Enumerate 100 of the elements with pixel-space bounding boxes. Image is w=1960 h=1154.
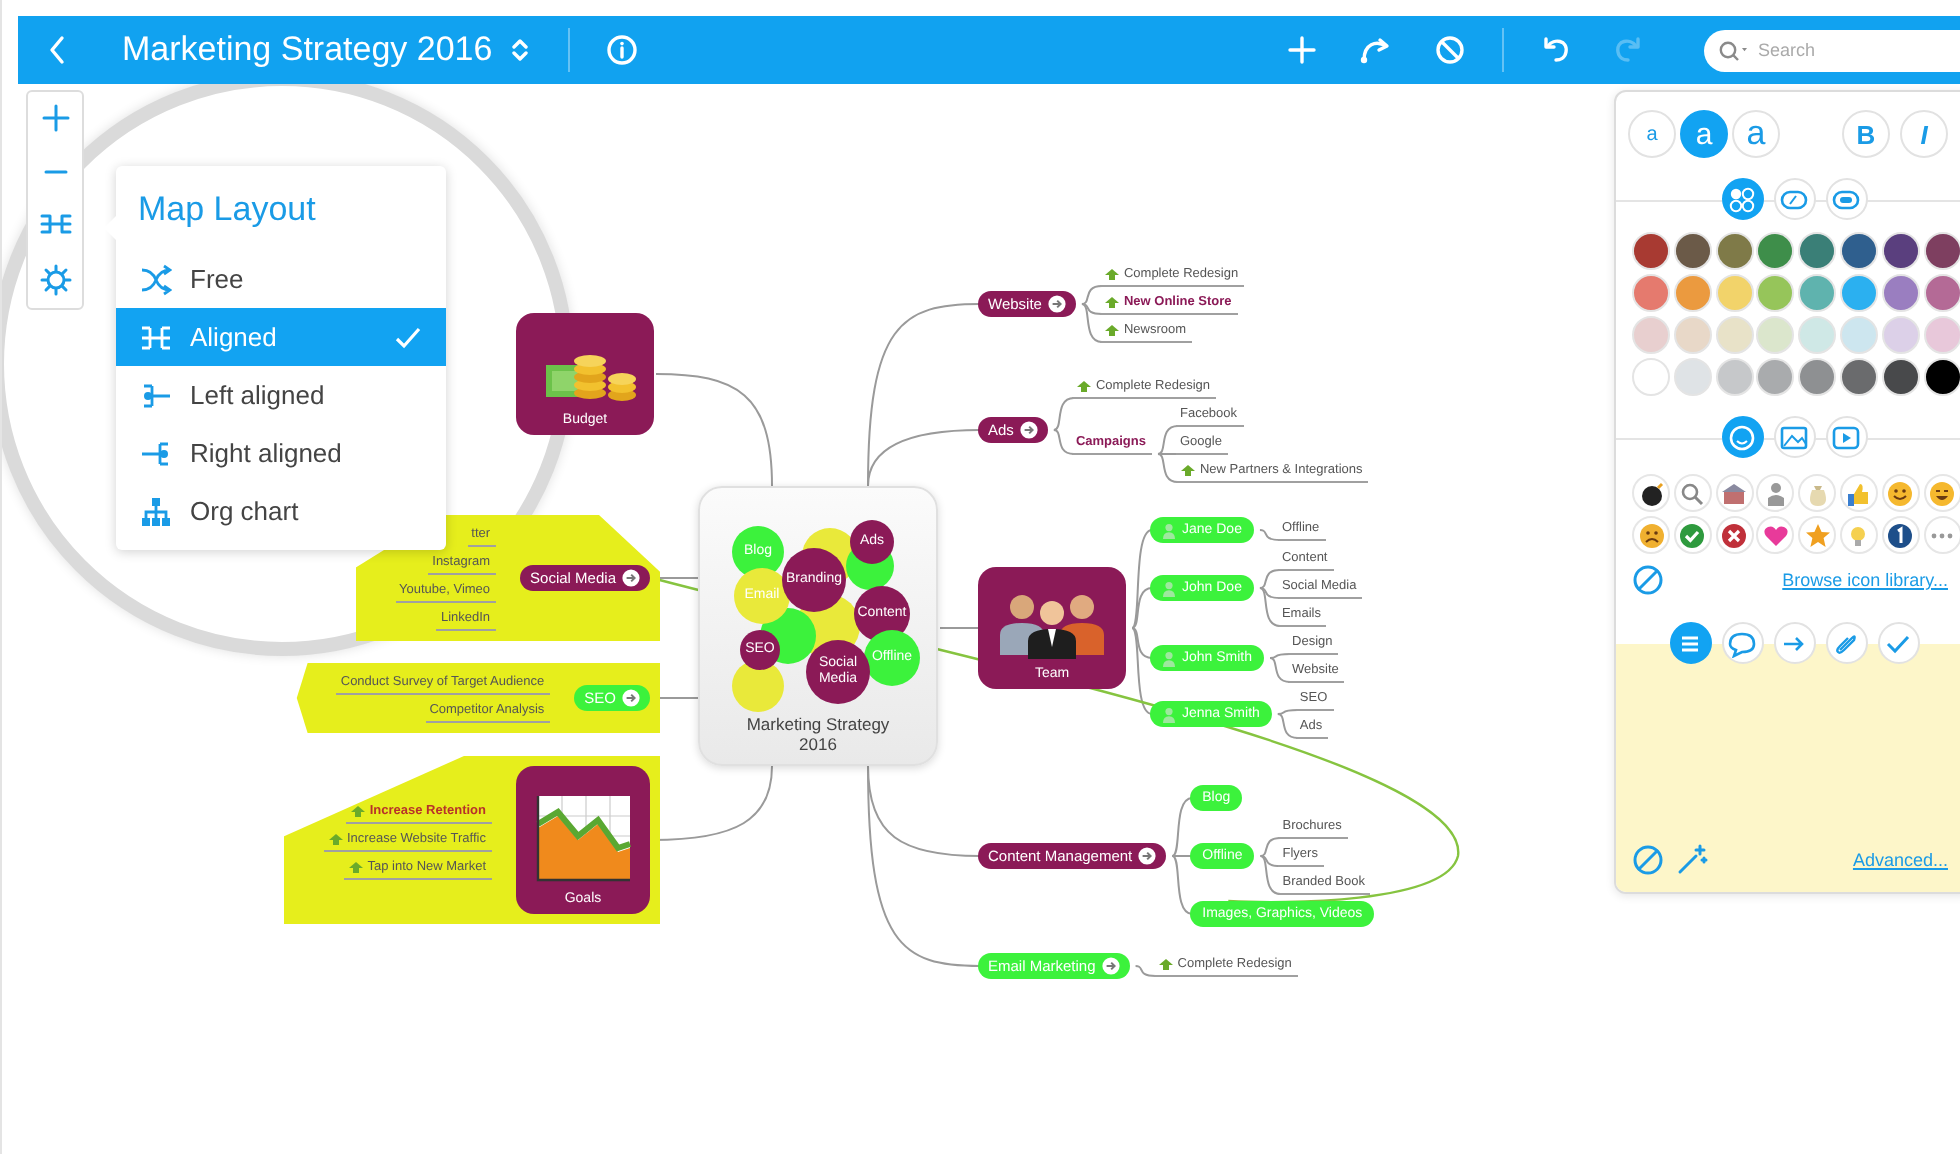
connector-line bbox=[1258, 529, 1281, 541]
info-icon[interactable] bbox=[606, 34, 639, 66]
no-icon-icon[interactable] bbox=[1632, 564, 1664, 596]
central-topic-title: Marketing Strategy 2016 bbox=[744, 714, 892, 754]
number-one-icon[interactable] bbox=[1881, 516, 1920, 554]
search-field[interactable]: Search bbox=[1704, 29, 1960, 71]
layout-icon[interactable] bbox=[39, 210, 71, 239]
layout-option[interactable]: Left aligned bbox=[116, 366, 446, 424]
frown-icon[interactable] bbox=[1632, 516, 1670, 554]
color-swatch[interactable] bbox=[1756, 316, 1795, 354]
menu-title: Map Layout bbox=[136, 188, 318, 232]
sort-caret-icon[interactable] bbox=[512, 38, 529, 62]
color-swatch[interactable] bbox=[1632, 316, 1670, 354]
task-tab[interactable] bbox=[1877, 622, 1919, 664]
color-swatch[interactable] bbox=[1881, 232, 1920, 270]
shape-icon bbox=[1780, 185, 1808, 213]
plus-icon[interactable] bbox=[1286, 34, 1318, 66]
color-swatch[interactable] bbox=[1881, 316, 1920, 354]
style-tab[interactable] bbox=[1721, 178, 1763, 220]
video-icon bbox=[1832, 423, 1860, 451]
color-swatch[interactable] bbox=[1923, 274, 1960, 312]
task-icon bbox=[1179, 463, 1196, 477]
connect-icon[interactable] bbox=[1358, 34, 1394, 66]
grin-icon[interactable] bbox=[1923, 474, 1960, 512]
color-swatch[interactable] bbox=[1673, 358, 1712, 396]
aligned-layout-icon bbox=[140, 321, 172, 353]
color-swatch[interactable] bbox=[1715, 316, 1754, 354]
connector-line bbox=[1134, 965, 1157, 977]
color-swatch[interactable] bbox=[1923, 232, 1960, 270]
zoom-in-icon[interactable] bbox=[41, 104, 69, 133]
attachment-icon bbox=[1832, 629, 1860, 657]
cross-circle-icon[interactable] bbox=[1715, 516, 1754, 554]
color-swatch[interactable] bbox=[1673, 232, 1712, 270]
comment-tab[interactable] bbox=[1721, 622, 1763, 664]
check-circle-icon[interactable] bbox=[1673, 516, 1712, 554]
arrow-circle-icon[interactable] bbox=[1047, 295, 1066, 313]
settings-icon[interactable] bbox=[39, 263, 71, 296]
arrow-circle-icon[interactable] bbox=[622, 569, 640, 587]
color-swatch[interactable] bbox=[1756, 358, 1795, 396]
arrow-circle-icon[interactable] bbox=[622, 689, 640, 707]
connector-line bbox=[1052, 397, 1075, 431]
bomb-icon[interactable] bbox=[1632, 474, 1670, 512]
connector-line bbox=[1052, 429, 1075, 455]
shape-tab[interactable] bbox=[1773, 178, 1815, 220]
color-swatch[interactable] bbox=[1756, 274, 1795, 312]
layout-option[interactable]: Org chart bbox=[116, 482, 446, 540]
color-swatch[interactable] bbox=[1881, 358, 1920, 396]
color-swatch[interactable] bbox=[1632, 232, 1670, 270]
no-sign-icon[interactable] bbox=[1434, 34, 1466, 66]
layout-option[interactable]: Free bbox=[116, 250, 446, 308]
color-swatch[interactable] bbox=[1881, 274, 1920, 312]
task-icon bbox=[1103, 295, 1120, 309]
color-swatch[interactable] bbox=[1632, 274, 1670, 312]
image-tab[interactable] bbox=[1773, 416, 1815, 458]
color-swatch[interactable] bbox=[1756, 232, 1795, 270]
magic-wand-icon[interactable] bbox=[1676, 844, 1708, 876]
color-swatch[interactable] bbox=[1839, 358, 1878, 396]
link-tab[interactable] bbox=[1773, 622, 1815, 664]
color-swatch[interactable] bbox=[1673, 316, 1712, 354]
task-icon bbox=[1103, 267, 1120, 281]
building-icon[interactable] bbox=[1715, 474, 1754, 512]
color-swatch[interactable] bbox=[1839, 232, 1878, 270]
clear-icon[interactable] bbox=[1632, 844, 1664, 876]
layout-option[interactable]: Right aligned bbox=[116, 424, 446, 482]
border-tab[interactable] bbox=[1825, 178, 1867, 220]
person-icon bbox=[1162, 522, 1176, 538]
color-swatch[interactable] bbox=[1839, 274, 1878, 312]
thumbs-up-icon[interactable] bbox=[1839, 474, 1878, 512]
color-swatch[interactable] bbox=[1632, 358, 1670, 396]
color-swatch[interactable] bbox=[1839, 316, 1878, 354]
person-silhouette-icon[interactable] bbox=[1756, 474, 1795, 512]
left-aligned-layout-icon bbox=[140, 379, 172, 411]
color-swatch[interactable] bbox=[1715, 358, 1754, 396]
arrow-circle-icon[interactable] bbox=[1101, 957, 1120, 975]
color-swatch[interactable] bbox=[1715, 274, 1754, 312]
task-icon bbox=[1157, 957, 1174, 971]
arrow-circle-icon[interactable] bbox=[1019, 421, 1038, 439]
arrow-circle-icon[interactable] bbox=[1138, 847, 1157, 865]
color-swatch[interactable] bbox=[1798, 316, 1837, 354]
color-swatch[interactable] bbox=[1798, 232, 1837, 270]
person-icon bbox=[1162, 706, 1176, 722]
color-swatch[interactable] bbox=[1798, 358, 1837, 396]
color-swatch[interactable] bbox=[1923, 358, 1960, 396]
color-swatch[interactable] bbox=[1673, 274, 1712, 312]
comment-icon bbox=[1728, 629, 1756, 657]
color-swatch[interactable] bbox=[1798, 274, 1837, 312]
emoji-tab[interactable] bbox=[1721, 416, 1763, 458]
video-tab[interactable] bbox=[1825, 416, 1867, 458]
notes-tab[interactable] bbox=[1669, 622, 1711, 664]
attachment-tab[interactable] bbox=[1825, 622, 1867, 664]
task-icon bbox=[1103, 323, 1120, 337]
checkmark-icon bbox=[394, 325, 422, 349]
color-swatch[interactable] bbox=[1715, 232, 1754, 270]
undo-icon[interactable] bbox=[1540, 34, 1572, 66]
org-chart-icon bbox=[140, 495, 172, 527]
emoji-icon bbox=[1728, 423, 1756, 451]
task-icon bbox=[327, 831, 343, 845]
task-icon bbox=[349, 803, 366, 817]
smiley-icon[interactable] bbox=[1881, 474, 1920, 512]
color-swatch[interactable] bbox=[1923, 316, 1960, 354]
